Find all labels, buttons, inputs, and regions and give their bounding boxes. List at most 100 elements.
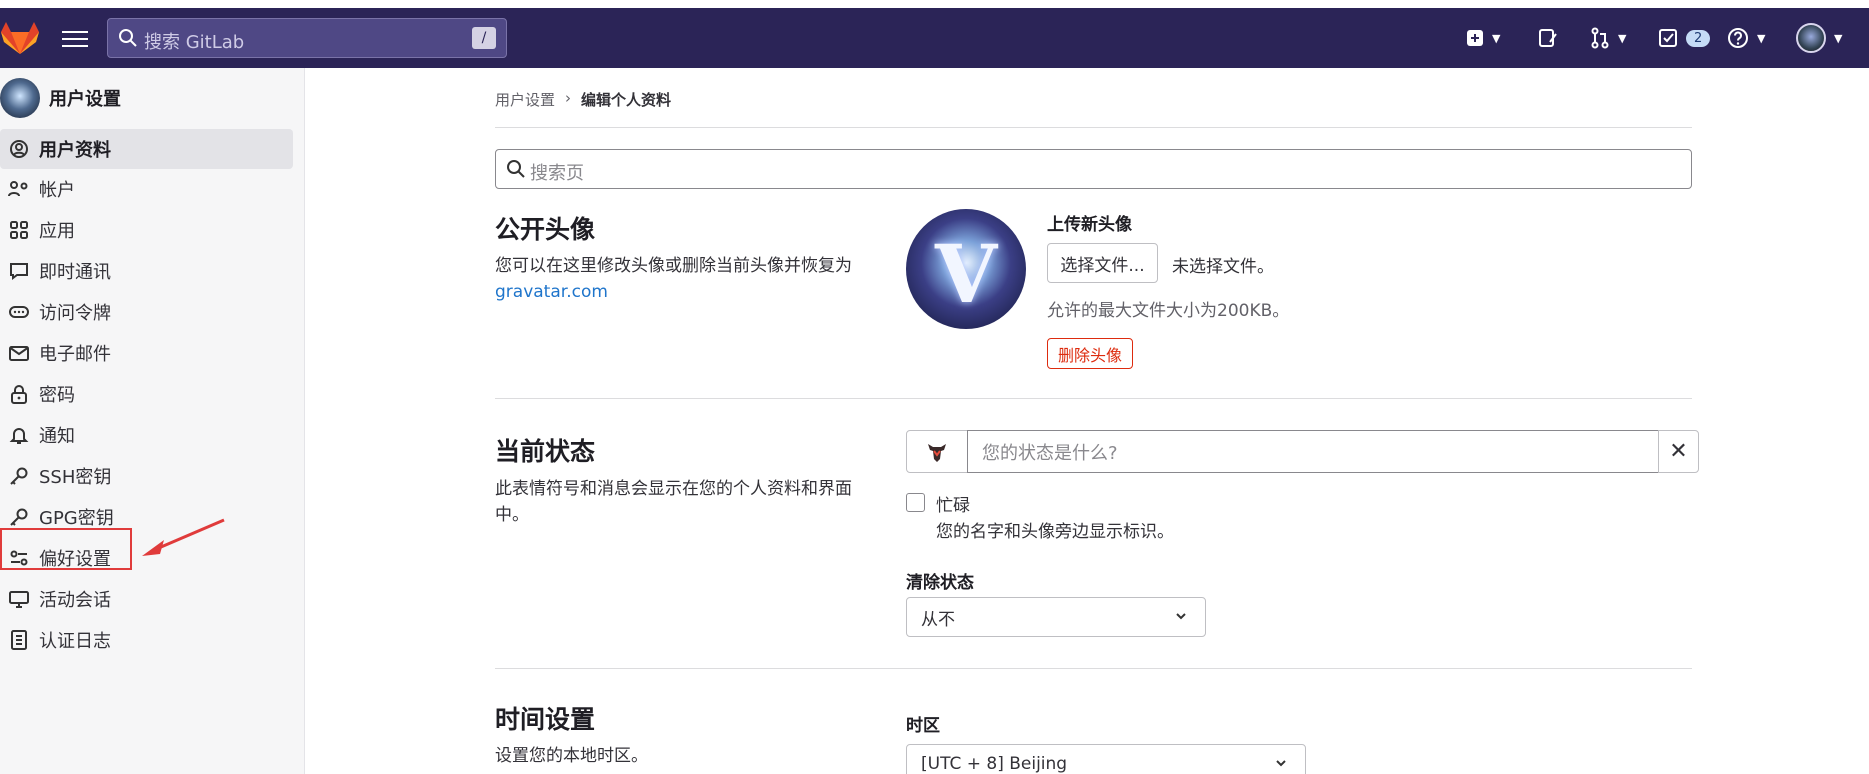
avatar-v-mark: V <box>934 227 998 321</box>
key-icon <box>8 506 30 528</box>
clear-status-select[interactable]: 从不 <box>906 597 1206 637</box>
mail-icon <box>8 342 30 364</box>
search-icon <box>118 28 138 52</box>
issues-icon <box>1539 29 1557 47</box>
status-section-desc: 此表情符号和消息会显示在您的个人资料和界面中。 <box>495 479 852 525</box>
timezone-select[interactable]: [UTC + 8] Beijing <box>906 744 1306 774</box>
todos-button[interactable]: 2 <box>1658 25 1711 51</box>
annotation-arrow-icon <box>142 518 225 556</box>
sidebar-item-chat[interactable]: 即时通讯 <box>0 251 293 291</box>
avatar-desc-text: 您可以在这里修改头像或删除当前头像并恢复为 <box>495 256 852 276</box>
max-file-size-help: 允许的最大文件大小为200KB。 <box>1047 301 1290 321</box>
token-icon <box>8 301 30 323</box>
sidebar-item-access-tokens[interactable]: 访问令牌 <box>0 292 293 332</box>
search-placeholder: 搜索 GitLab <box>144 32 245 53</box>
sidebar: 用户设置 用户资料 帐户 应用 即时通讯 访问令牌 电子邮件 密码 通知 SSH… <box>0 68 305 774</box>
comment-icon <box>8 260 30 282</box>
close-icon: ✕ <box>1669 439 1688 464</box>
sidebar-item-password[interactable]: 密码 <box>0 374 293 414</box>
emoji-picker-button[interactable] <box>906 430 968 473</box>
key-icon <box>8 465 30 487</box>
no-file-chosen-text: 未选择文件。 <box>1172 257 1274 277</box>
avatar-section-title: 公开头像 <box>495 215 596 244</box>
avatar-section-desc: 您可以在这里修改头像或删除当前头像并恢复为 gravatar.com <box>495 253 875 305</box>
lock-icon <box>8 383 30 405</box>
status-input-group: 您的状态是什么? ✕ <box>906 430 1699 473</box>
issues-button[interactable] <box>1538 25 1558 51</box>
chevron-down-icon: ▼ <box>1618 31 1627 45</box>
chevron-down-icon <box>1176 613 1186 620</box>
search-shortcut-key: / <box>472 27 496 49</box>
sidebar-item-notifications[interactable]: 通知 <box>0 415 293 455</box>
sidebar-item-applications[interactable]: 应用 <box>0 210 293 250</box>
help-icon <box>1728 28 1748 48</box>
breadcrumb: 用户设置 › 编辑个人资料 <box>495 89 671 110</box>
sidebar-item-ssh-keys[interactable]: SSH密钥 <box>0 456 293 496</box>
create-new-button[interactable]: ▼ <box>1466 25 1500 51</box>
todo-checkbox-icon <box>1659 29 1677 47</box>
upload-avatar-title: 上传新头像 <box>1047 215 1132 235</box>
sidebar-item-emails[interactable]: 电子邮件 <box>0 333 293 373</box>
status-message-input[interactable]: 您的状态是什么? <box>967 430 1659 473</box>
emoji-icon <box>928 443 946 462</box>
time-section-desc: 设置您的本地时区。 <box>495 746 648 766</box>
gitlab-logo-icon[interactable] <box>0 20 40 56</box>
page-search-placeholder: 搜索页 <box>530 163 584 184</box>
chevron-down-icon: ▼ <box>1757 31 1766 45</box>
status-section-title: 当前状态 <box>495 437 596 466</box>
merge-request-icon <box>1591 27 1609 49</box>
avatar <box>0 78 40 118</box>
breadcrumb-separator: › <box>565 89 572 107</box>
log-icon <box>8 629 30 651</box>
sidebar-item-active-sessions[interactable]: 活动会话 <box>0 579 293 619</box>
sidebar-item-account[interactable]: 帐户 <box>0 169 293 209</box>
sidebar-item-label: 用户资料 <box>39 140 111 161</box>
merge-requests-button[interactable]: ▼ <box>1590 25 1626 51</box>
sidebar-item-label: 应用 <box>39 221 75 242</box>
sidebar-item-label: SSH密钥 <box>39 467 112 488</box>
sidebar-item-auth-log[interactable]: 认证日志 <box>0 620 293 660</box>
todo-count-badge: 2 <box>1686 29 1711 47</box>
applications-icon <box>8 219 30 241</box>
global-search-input[interactable]: 搜索 GitLab / <box>107 18 507 58</box>
sidebar-item-profile[interactable]: 用户资料 <box>0 129 293 169</box>
top-navbar: 搜索 GitLab / ▼ ▼ 2 ▼ ▼ <box>0 8 1869 68</box>
current-avatar-image: V <box>906 209 1026 329</box>
divider <box>495 668 1692 669</box>
divider <box>495 398 1692 399</box>
clear-status-label: 清除状态 <box>906 573 974 593</box>
user-menu-button[interactable]: ▼ <box>1796 23 1843 53</box>
sidebar-title: 用户设置 <box>49 89 121 110</box>
busy-help-text: 您的名字和头像旁边显示标识。 <box>936 522 1174 542</box>
gravatar-link[interactable]: gravatar.com <box>495 282 608 302</box>
bell-icon <box>8 424 30 446</box>
sidebar-item-label: 帐户 <box>39 180 75 201</box>
page-search-input[interactable]: 搜索页 <box>495 149 1692 189</box>
sidebar-item-label: 认证日志 <box>39 631 111 652</box>
chevron-down-icon: ▼ <box>1834 31 1843 45</box>
choose-file-button[interactable]: 选择文件... <box>1047 243 1158 283</box>
sidebar-item-label: GPG密钥 <box>39 508 114 529</box>
monitor-icon <box>8 588 30 610</box>
avatar <box>1796 23 1826 53</box>
divider <box>495 127 1692 128</box>
sidebar-item-label: 电子邮件 <box>39 344 111 365</box>
help-button[interactable]: ▼ <box>1727 25 1765 51</box>
chevron-down-icon: ▼ <box>1492 31 1501 45</box>
sidebar-item-label: 活动会话 <box>39 590 111 611</box>
busy-label: 忙碌 <box>936 496 970 516</box>
sidebar-item-label: 访问令牌 <box>39 303 111 324</box>
clear-status-button[interactable]: ✕ <box>1658 430 1699 473</box>
annotation-highlight-box <box>0 528 132 570</box>
sidebar-item-label: 即时通讯 <box>39 262 111 283</box>
account-icon <box>8 178 30 200</box>
plus-square-icon <box>1467 30 1483 46</box>
busy-checkbox[interactable] <box>906 493 925 512</box>
remove-avatar-button[interactable]: 删除头像 <box>1047 338 1134 369</box>
time-section-title: 时间设置 <box>495 705 596 734</box>
sidebar-item-label: 通知 <box>39 426 75 447</box>
sidebar-header[interactable]: 用户设置 <box>0 78 121 118</box>
search-icon <box>506 159 526 183</box>
breadcrumb-parent-link[interactable]: 用户设置 <box>495 89 555 110</box>
menu-icon[interactable] <box>62 26 88 50</box>
